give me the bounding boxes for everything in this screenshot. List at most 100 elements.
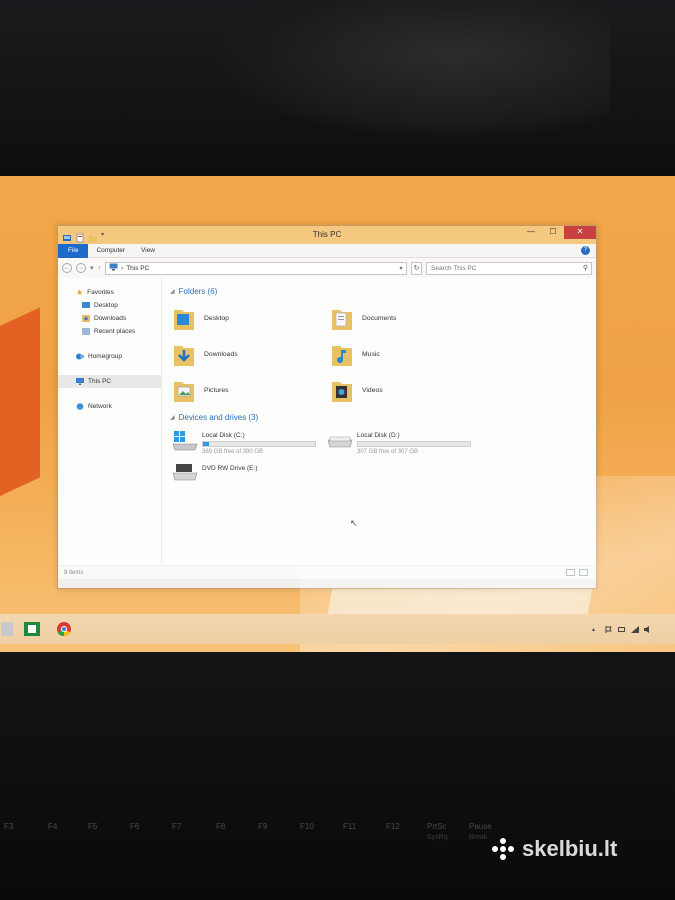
- folder-downloads[interactable]: Downloads: [172, 338, 330, 370]
- key-label: F8: [216, 822, 226, 831]
- downloads-icon: [82, 315, 90, 322]
- documents-folder-icon: [330, 304, 354, 332]
- watermark-text: skelbiu.lt: [522, 836, 618, 861]
- chevron-up-icon[interactable]: ▴: [592, 626, 600, 633]
- nav-item-desktop[interactable]: Desktop: [58, 299, 161, 312]
- key-label: F11: [343, 822, 357, 831]
- nav-item-recent-places[interactable]: Recent places: [58, 325, 161, 338]
- star-icon: ★: [76, 288, 84, 297]
- nav-label: Network: [88, 403, 112, 410]
- key-label: F6: [130, 822, 140, 831]
- drive-usage-fill: [203, 442, 209, 446]
- drive-name: Local Disk (C:): [202, 432, 245, 439]
- search-input[interactable]: [431, 264, 542, 272]
- clock[interactable]: [657, 622, 667, 636]
- desktop-folder-icon: [172, 304, 196, 332]
- downloads-folder-icon: [172, 340, 196, 368]
- key-label: SysRq: [427, 834, 448, 841]
- nav-label: Homegroup: [88, 353, 122, 360]
- flag-icon[interactable]: [605, 625, 613, 633]
- homegroup-icon: [76, 353, 84, 360]
- ribbon-tabs: File Computer View ?: [58, 243, 596, 258]
- items-count: 9 items: [64, 569, 84, 576]
- windows-drive-icon: [172, 430, 198, 452]
- chevron-down-icon[interactable]: ▾: [396, 265, 406, 272]
- wifi-icon[interactable]: [631, 625, 639, 633]
- key-label: F7: [172, 822, 182, 831]
- this-pc-icon: [76, 378, 84, 385]
- folder-videos[interactable]: Videos: [330, 374, 488, 406]
- this-pc-icon: [109, 263, 118, 273]
- drive-name: DVD RW Drive (E:): [202, 465, 258, 472]
- nav-favorites[interactable]: ★ Favorites: [58, 286, 161, 299]
- drive-free-space: 307 GB free of 307 GB: [357, 449, 419, 455]
- folder-desktop[interactable]: Desktop: [172, 302, 330, 334]
- help-icon[interactable]: ?: [581, 246, 590, 255]
- laptop-bezel-top: [0, 0, 675, 176]
- tab-computer[interactable]: Computer: [88, 244, 133, 258]
- navigation-pane: ★ Favorites Desktop Downloads Recent pla…: [58, 278, 162, 565]
- desktop-screen: ▾ This PC — ☐ ✕ File Computer View ? ← →…: [0, 176, 675, 652]
- folder-music[interactable]: Music: [330, 338, 488, 370]
- collapse-arrow-icon[interactable]: ◢: [170, 288, 175, 295]
- tab-file[interactable]: File: [58, 243, 89, 258]
- recent-places-icon: [82, 328, 90, 335]
- folder-documents[interactable]: Documents: [330, 302, 488, 334]
- folder-pictures[interactable]: Pictures: [172, 374, 330, 406]
- key-label: F9: [258, 822, 268, 831]
- back-button[interactable]: ←: [62, 263, 72, 273]
- address-bar[interactable]: › This PC ▾: [105, 261, 408, 275]
- taskbar-app-button[interactable]: [0, 618, 14, 640]
- title-bar: ▾ This PC — ☐ ✕: [58, 226, 596, 244]
- drive-c[interactable]: Local Disk (C:) 369 GB free of 390 GB: [172, 430, 327, 455]
- search-icon[interactable]: ⚲: [583, 264, 588, 272]
- dvd-drive-icon: [172, 463, 198, 485]
- refresh-button[interactable]: ↻: [411, 261, 423, 275]
- key-label: F12: [386, 822, 400, 831]
- folders-group-header[interactable]: ◢ Folders (6): [170, 284, 596, 298]
- collapse-arrow-icon[interactable]: ◢: [170, 414, 175, 421]
- devices-group-header[interactable]: ◢ Devices and drives (3): [170, 410, 596, 424]
- nav-item-network[interactable]: Network: [58, 400, 161, 413]
- group-title: Folders (6): [178, 286, 218, 296]
- music-folder-icon: [330, 340, 354, 368]
- nav-item-this-pc[interactable]: This PC: [58, 375, 161, 388]
- drive-free-space: 369 GB free of 390 GB: [202, 449, 264, 455]
- chrome-icon[interactable]: [50, 618, 78, 640]
- folder-label: Videos: [362, 386, 383, 394]
- pictures-folder-icon: [172, 376, 196, 404]
- key-label: F4: [48, 822, 58, 831]
- key-label: PrtSc: [427, 822, 447, 831]
- address-row: ← → ▾ ↑ › This PC ▾ ↻ ⚲: [58, 258, 596, 278]
- search-box[interactable]: ⚲: [426, 261, 592, 275]
- nav-item-homegroup[interactable]: Homegroup: [58, 350, 161, 363]
- system-tray: ▴: [592, 622, 675, 636]
- forward-button[interactable]: →: [76, 263, 86, 273]
- drive-usage-bar: [202, 441, 316, 447]
- watermark: skelbiu.lt: [490, 836, 617, 862]
- battery-icon[interactable]: [618, 626, 626, 633]
- hard-drive-icon: [327, 430, 353, 452]
- nav-label: Desktop: [94, 302, 118, 309]
- group-title: Devices and drives (3): [178, 412, 259, 422]
- address-location[interactable]: This PC: [126, 265, 149, 272]
- maximize-button[interactable]: ☐: [542, 226, 564, 239]
- folder-label: Music: [362, 350, 380, 358]
- desktop-icon: [82, 302, 90, 309]
- watermark-logo-icon: [492, 838, 514, 860]
- key-label: Pause: [469, 822, 492, 831]
- recent-locations-icon[interactable]: ▾: [90, 264, 94, 272]
- close-button[interactable]: ✕: [564, 226, 596, 239]
- volume-icon[interactable]: [644, 625, 652, 633]
- minimize-button[interactable]: —: [520, 226, 542, 239]
- key-label: F3: [4, 822, 14, 831]
- tab-view[interactable]: View: [133, 244, 163, 258]
- drive-d[interactable]: Local Disk (D:) 307 GB free of 307 GB: [327, 430, 482, 455]
- folder-label: Documents: [362, 314, 397, 322]
- window-title: This PC: [312, 230, 342, 239]
- up-button[interactable]: ↑: [98, 265, 102, 272]
- store-app-icon[interactable]: [18, 618, 46, 640]
- wallpaper-shape: [0, 307, 40, 515]
- camera-reflection: [220, 0, 610, 135]
- nav-item-downloads[interactable]: Downloads: [58, 312, 161, 325]
